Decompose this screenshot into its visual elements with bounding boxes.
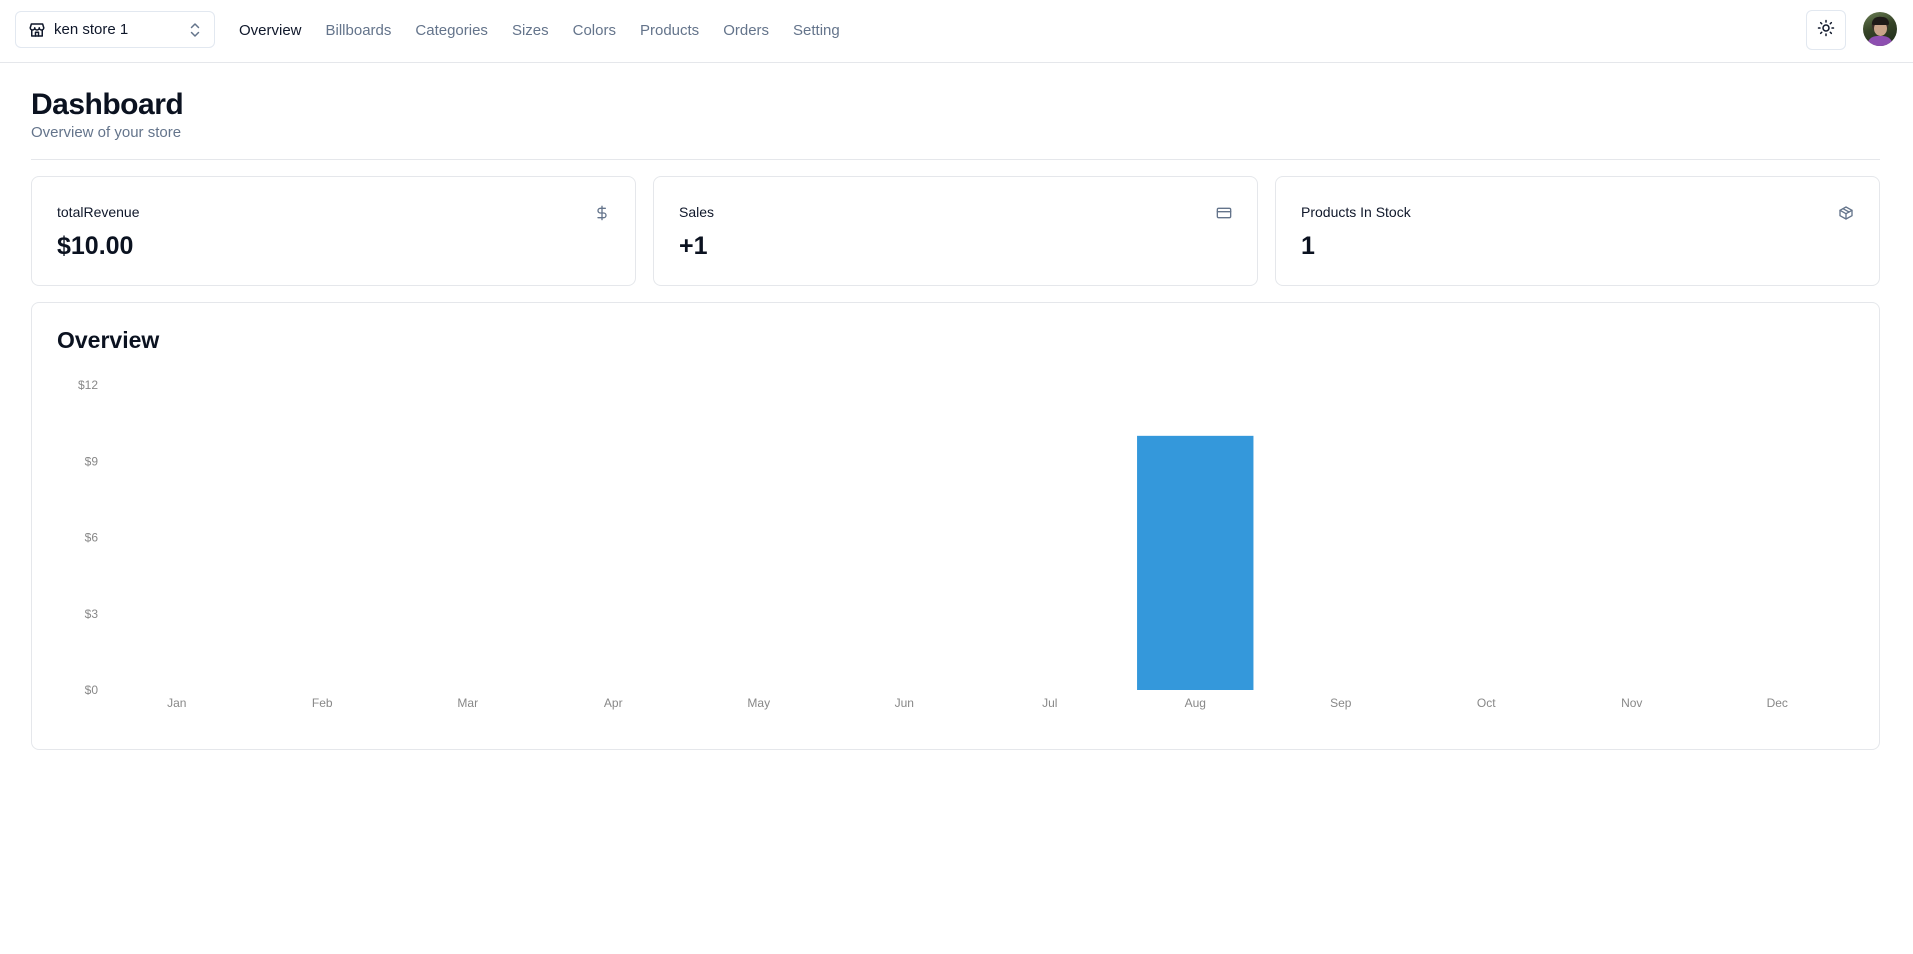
x-tick-label: Aug [1185,696,1206,710]
store-switcher-label: ken store 1 [54,21,129,38]
package-icon [1837,204,1854,221]
user-avatar[interactable] [1863,12,1897,46]
x-tick-label: Apr [604,696,623,710]
chart-bar-aug [1137,435,1254,690]
y-tick-label: $12 [78,378,98,392]
page-subtitle: Overview of your store [31,124,182,141]
total-revenue-value: $10.00 [57,232,134,260]
store-switcher[interactable]: ken store 1 [15,11,215,48]
x-tick-label: Sep [1330,696,1352,710]
page-title: Dashboard [31,88,184,121]
x-tick-label: Feb [312,696,333,710]
x-tick-label: Mar [457,696,478,710]
y-tick-label: $3 [85,607,99,621]
y-tick-label: $9 [85,454,99,468]
nav-overview[interactable]: Overview [239,22,302,39]
nav-colors[interactable]: Colors [573,22,616,39]
avatar-shirt [1867,36,1893,46]
credit-card-icon [1215,204,1232,221]
theme-toggle-button[interactable] [1806,10,1846,50]
products-in-stock-card: Products In Stock 1 [1275,176,1880,286]
total-revenue-label: totalRevenue [57,204,140,220]
products-in-stock-label: Products In Stock [1301,204,1411,220]
sun-icon [1817,19,1835,42]
nav-sizes[interactable]: Sizes [512,22,549,39]
avatar-hair [1872,17,1889,25]
x-tick-label: Nov [1621,696,1642,710]
y-tick-label: $0 [85,683,99,697]
top-navbar: ken store 1 Overview Billboards Categori… [0,0,1913,63]
dollar-sign-icon [593,204,610,221]
sales-value: +1 [679,232,708,260]
y-tick-label: $6 [85,531,99,545]
main-nav: Overview Billboards Categories Sizes Col… [239,19,864,41]
x-tick-label: Oct [1477,696,1496,710]
overview-bar-chart: $0 $3 $6 $9 $12 Jan Feb Mar Apr May Jun Jul Aug Sep Oc… [78,378,1788,710]
x-tick-label: Dec [1767,696,1788,710]
sales-label: Sales [679,204,715,220]
overview-card: Overview $0 $3 $6 $9 $12 Jan Feb Mar Apr May Jun Ju… [31,302,1880,750]
nav-categories[interactable]: Categories [415,22,488,39]
nav-products[interactable]: Products [640,22,699,39]
sales-card: Sales +1 [653,176,1258,286]
chevrons-up-down-icon [188,22,202,38]
x-tick-label: Jul [1042,696,1057,710]
x-tick-label: Jun [895,696,914,710]
nav-billboards[interactable]: Billboards [326,22,392,39]
x-tick-label: May [747,696,770,710]
store-icon [28,21,46,39]
nav-setting[interactable]: Setting [793,22,840,39]
separator [31,159,1880,160]
x-tick-label: Jan [167,696,186,710]
products-in-stock-value: 1 [1301,232,1315,260]
total-revenue-card: totalRevenue $10.00 [31,176,636,286]
nav-orders[interactable]: Orders [723,22,769,39]
